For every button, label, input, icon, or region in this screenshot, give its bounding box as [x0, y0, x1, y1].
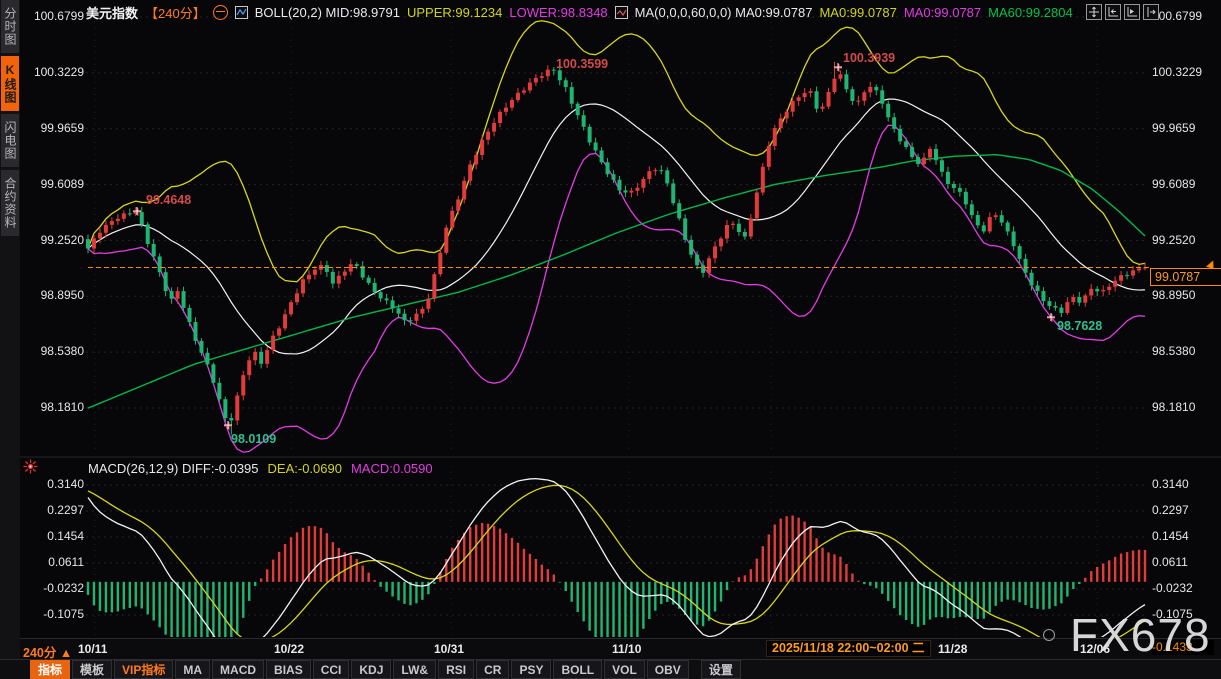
annotation-high-3: 100.3939: [843, 51, 895, 65]
price-axis-label: 98.8950: [26, 288, 84, 302]
macd-axis-label: 0.0611: [1152, 555, 1188, 569]
current-price-badge: 99.0787: [1150, 268, 1221, 286]
toolbar-tab-obv[interactable]: OBV: [647, 660, 689, 679]
toolbar-tab-indicators[interactable]: 指标: [30, 660, 70, 679]
price-axis-label: 100.6799: [26, 9, 84, 23]
step-forward-icon[interactable]: [1124, 4, 1140, 20]
toolbar-tab-bias[interactable]: BIAS: [266, 660, 311, 679]
annotation-low-2: 98.7628: [1057, 319, 1102, 333]
price-axis-label: 98.1810: [1152, 400, 1195, 414]
crosshair-date-readout: 2025/11/18 22:00~02:00 二: [766, 640, 931, 657]
ma-label: MA(0,0,0,60,0,0) MA0:99.0787: [635, 5, 813, 20]
toolbar-tab-templates[interactable]: 模板: [72, 660, 112, 679]
date-tick: 11/28: [938, 642, 967, 656]
pan-icon[interactable]: [1086, 4, 1102, 20]
toolbar-tab-psy[interactable]: PSY: [511, 660, 551, 679]
toolbar-tab-settings[interactable]: 设置: [701, 660, 741, 679]
sidebar-tab-label: 分时图: [3, 7, 17, 46]
zoom-out-icon[interactable]: [213, 5, 228, 20]
ma0-magenta-value: MA0:99.0787: [904, 5, 981, 20]
macd-value: MACD:0.0590: [351, 461, 433, 476]
toolbar-tab-macd[interactable]: MACD: [212, 660, 264, 679]
boll-lower-value: LOWER:98.8348: [509, 5, 607, 20]
boll-upper-value: UPPER:99.1234: [407, 5, 502, 20]
toolbar-tab-vip-indicators[interactable]: VIP指标: [114, 660, 173, 679]
sidebar-tab-contract-info[interactable]: 合约资料: [1, 170, 19, 236]
toolbar-tab-ma[interactable]: MA: [175, 660, 210, 679]
watermark: FX678: [1070, 608, 1211, 662]
indicator-toolbar: 指标 模板 VIP指标 MA MACD BIAS CCI KDJ LW& RSI…: [0, 659, 1221, 679]
price-axis-label: 98.5380: [26, 344, 84, 358]
macd-axis-label: 0.3140: [1152, 477, 1189, 491]
price-axis-label: 99.2520: [1152, 233, 1195, 247]
ma-indicator-icon[interactable]: [615, 6, 628, 19]
price-axis-label: 100.3229: [1152, 65, 1202, 79]
annotation-low-1: 98.0109: [231, 432, 276, 446]
alarm-icon[interactable]: [23, 459, 38, 479]
macd-params: MACD(26,12,9) DIFF:-0.0395: [88, 461, 259, 476]
date-tick: 10/22: [274, 642, 304, 656]
price-axis-label: 98.8950: [1152, 288, 1195, 302]
annotation-high-1: 99.4648: [146, 193, 191, 207]
price-axis-label: 99.9659: [26, 121, 84, 135]
date-tick: 10/11: [78, 642, 107, 656]
macd-axis-label: 0.2297: [26, 503, 84, 517]
sidebar-tab-kline-chart[interactable]: K线图: [1, 56, 19, 111]
date-tick: 11/10: [612, 642, 641, 656]
symbol-name: 美元指数: [86, 3, 138, 22]
zoom-fit-icon[interactable]: [1105, 4, 1121, 20]
macd-axis-label: 0.1454: [26, 529, 84, 543]
toolbar-tab-cci[interactable]: CCI: [313, 660, 350, 679]
price-axis-label: 100.6799: [1152, 9, 1202, 23]
chart-application: 分时图 K线图 闪电图 合约资料 美元指数 【240分】 BOLL(20,2) …: [0, 0, 1221, 679]
ma60-value: MA60:99.2804: [988, 5, 1073, 20]
toolbar-tab-cr[interactable]: CR: [476, 660, 509, 679]
boll-indicator-icon[interactable]: [235, 6, 248, 19]
macd-axis-label: 0.3140: [26, 477, 84, 491]
sidebar-tab-label: 闪电图: [3, 121, 17, 160]
toolbar-tab-vol[interactable]: VOL: [604, 660, 645, 679]
macd-axis-label: -0.0232: [26, 581, 84, 595]
price-axis-label: 99.6089: [26, 177, 84, 191]
price-axis-label: 100.3229: [26, 65, 84, 79]
macd-header: MACD(26,12,9) DIFF:-0.0395 DEA:-0.0690 M…: [88, 461, 433, 476]
toolbar-tab-boll[interactable]: BOLL: [553, 660, 602, 679]
price-chart-canvas[interactable]: [0, 0, 1221, 679]
price-axis-label: 99.9659: [1152, 121, 1195, 135]
annotation-high-2: 100.3599: [556, 57, 608, 71]
macd-axis-label: -0.1075: [26, 607, 84, 621]
price-axis-label: 99.2520: [26, 233, 84, 247]
jump-to-end-icon[interactable]: [1143, 4, 1159, 20]
ma0-yellow-value: MA0:99.0787: [819, 5, 896, 20]
macd-axis-label: -0.0232: [1152, 581, 1193, 595]
boll-label: BOLL(20,2) MID:98.9791: [255, 5, 400, 20]
chart-nav-icons: [1086, 4, 1159, 20]
date-tick: 10/31: [434, 642, 464, 656]
macd-axis-label: 0.0611: [26, 555, 84, 569]
sidebar-tab-time-chart[interactable]: 分时图: [1, 0, 19, 53]
price-axis-label: 98.1810: [26, 400, 84, 414]
cursor-ring-icon: [1043, 629, 1055, 641]
sidebar-tab-flash-chart[interactable]: 闪电图: [1, 114, 19, 167]
period-tag[interactable]: 【240分】: [145, 3, 206, 22]
toolbar-tab-kdj[interactable]: KDJ: [351, 660, 391, 679]
sidebar-tab-label: 合约资料: [3, 177, 17, 229]
chart-type-sidebar: 分时图 K线图 闪电图 合约资料: [0, 0, 20, 679]
price-axis-label: 98.5380: [1152, 344, 1195, 358]
sidebar-tab-label: K线图: [3, 63, 17, 104]
toolbar-tab-rsi[interactable]: RSI: [438, 660, 474, 679]
indicator-header: 美元指数 【240分】 BOLL(20,2) MID:98.9791 UPPER…: [86, 3, 1073, 21]
price-axis-label: 99.6089: [1152, 177, 1195, 191]
toolbar-tab-lw[interactable]: LW&: [393, 660, 436, 679]
macd-axis-label: 0.1454: [1152, 529, 1189, 543]
macd-axis-label: 0.2297: [1152, 503, 1189, 517]
dea-value: DEA:-0.0690: [268, 461, 342, 476]
